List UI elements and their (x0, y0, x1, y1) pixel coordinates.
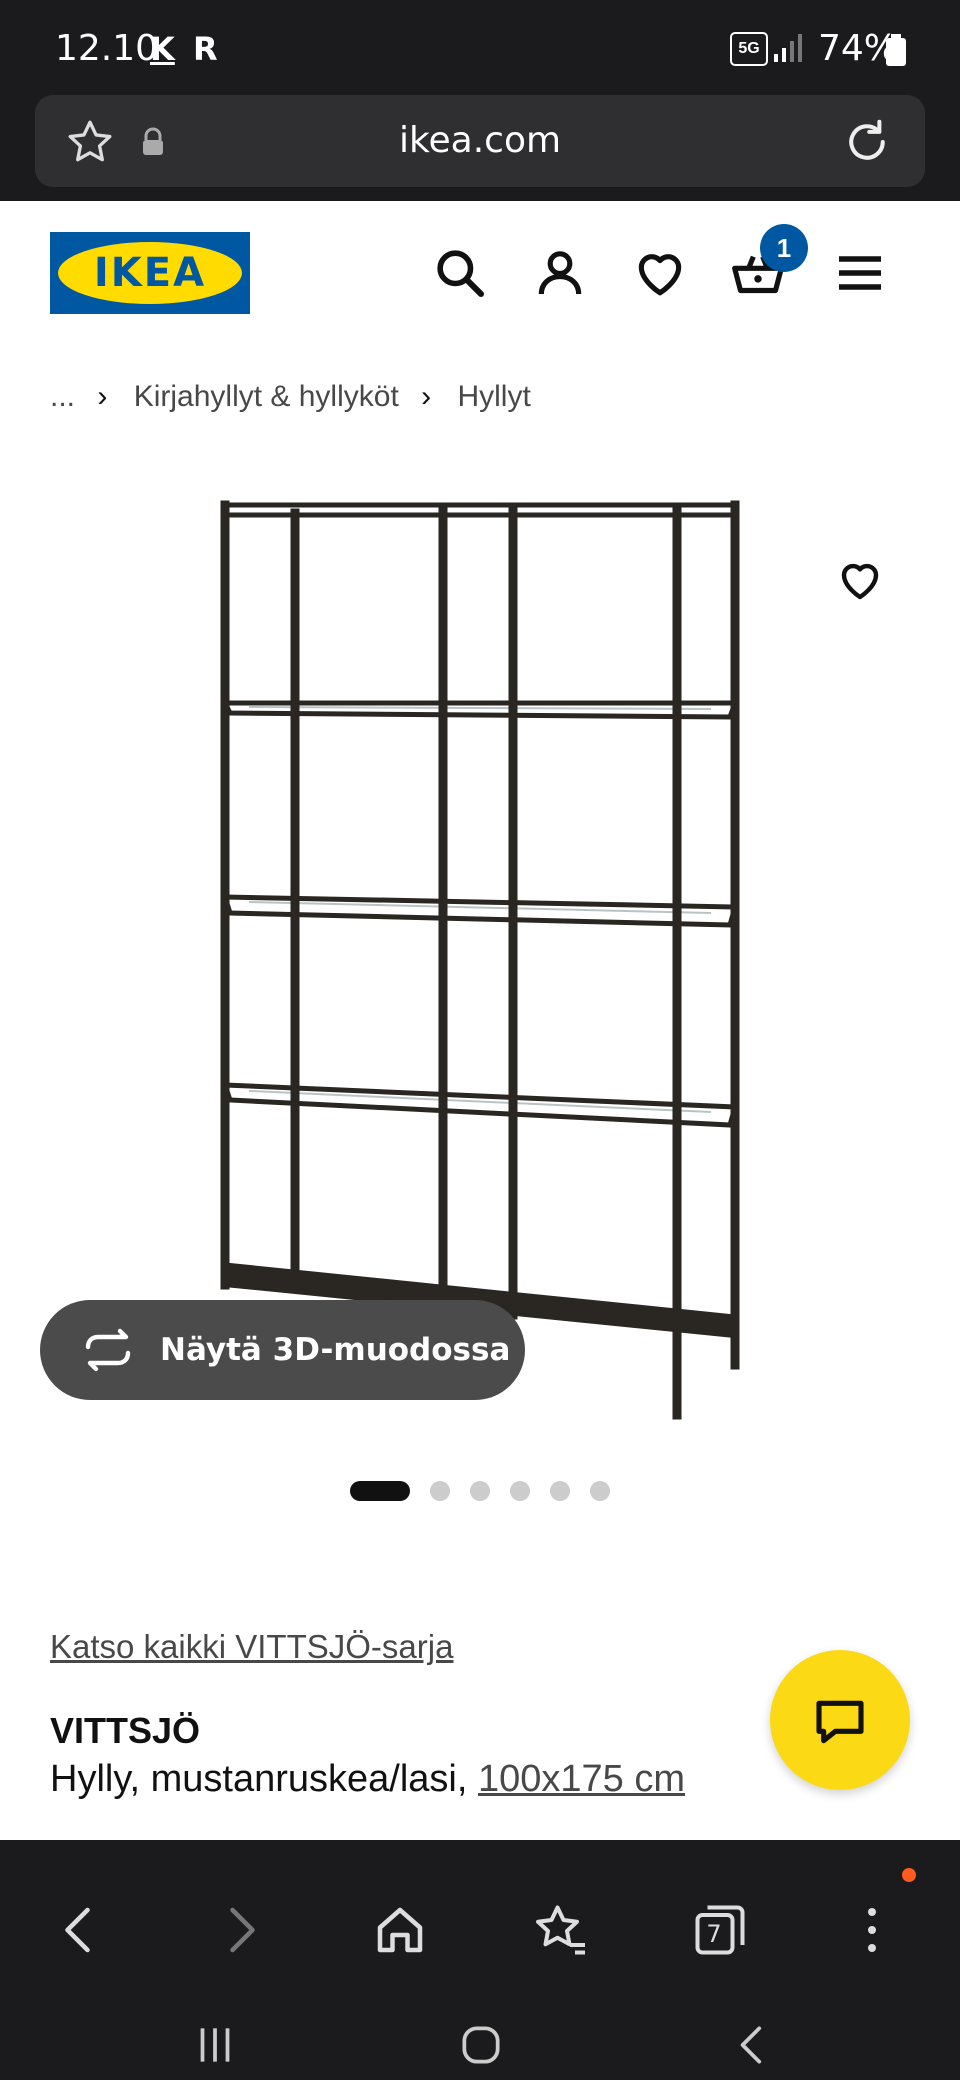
size-link[interactable]: 100x175 cm (478, 1758, 685, 1800)
carousel-dot[interactable] (470, 1481, 490, 1501)
forward-arrow-icon[interactable] (210, 1900, 270, 1960)
carousel-dot-active[interactable] (350, 1481, 410, 1501)
carousel-dot[interactable] (430, 1481, 450, 1501)
product-name: VITTSJÖ (50, 1710, 201, 1751)
reload-icon[interactable] (840, 115, 894, 169)
browser-bottom-bar: 7 (0, 1840, 960, 2080)
search-icon[interactable] (432, 245, 488, 301)
view-3d-button[interactable]: Näytä 3D-muodossa (40, 1300, 525, 1400)
system-back-icon[interactable] (728, 2020, 778, 2070)
add-to-wishlist-heart-icon[interactable] (836, 556, 884, 604)
wishlist-heart-icon[interactable] (632, 245, 688, 301)
carousel-dot[interactable] (510, 1481, 530, 1501)
menu-hamburger-icon[interactable] (832, 245, 888, 301)
view-3d-label: Näytä 3D-muodossa (160, 1332, 511, 1368)
product-image-shelf[interactable] (210, 495, 750, 1425)
signal-icon (774, 34, 802, 62)
breadcrumb: ... › Kirjahyllyt & hyllyköt › Hyllyt (50, 380, 545, 414)
logo-text: IKEA (93, 250, 207, 296)
chat-bubble-icon (816, 1700, 864, 1744)
home-icon[interactable] (370, 1900, 430, 1960)
product-description: Hylly, mustanruskea/lasi, 100x175 cm (50, 1758, 685, 1801)
status-time: 12.10 (55, 28, 159, 69)
rotate-3d-icon (85, 1328, 131, 1372)
product-type-text: Hylly, mustanruskea/lasi, (50, 1758, 468, 1800)
carousel-dot[interactable] (550, 1481, 570, 1501)
breadcrumb-ellipsis[interactable]: ... (50, 380, 75, 413)
chevron-right-icon: › (97, 380, 108, 413)
r-app-icon: R (193, 30, 218, 68)
recent-apps-icon[interactable] (190, 2020, 240, 2070)
chat-button[interactable] (770, 1650, 910, 1790)
breadcrumb-item-bookcases[interactable]: Kirjahyllyt & hyllyköt (134, 380, 399, 413)
ikea-logo[interactable]: IKEA (50, 232, 250, 314)
network-5g-icon: 5G (730, 32, 768, 66)
tab-count: 7 (706, 1920, 722, 1948)
address-bar[interactable]: ikea.com (35, 95, 925, 187)
account-icon[interactable] (532, 245, 588, 301)
notification-dot (902, 1868, 916, 1882)
breadcrumb-item-shelves[interactable]: Hyllyt (457, 380, 530, 413)
carousel-dot[interactable] (590, 1481, 610, 1501)
cart-count-badge: 1 (760, 224, 808, 272)
browser-toolbar: ikea.com (0, 95, 960, 201)
status-bar: 12.10 K R 5G 74% (0, 0, 960, 95)
system-home-icon[interactable] (456, 2020, 506, 2070)
back-arrow-icon[interactable] (50, 1900, 110, 1960)
more-menu-icon[interactable] (868, 1902, 878, 1958)
bookmarks-star-icon[interactable] (530, 1900, 590, 1960)
k-app-icon: K (150, 30, 175, 68)
tabs-button[interactable]: 7 (690, 1900, 750, 1960)
battery-icon (886, 34, 906, 66)
chevron-right-icon: › (421, 380, 432, 413)
series-link[interactable]: Katso kaikki VITTSJÖ-sarja (50, 1628, 453, 1666)
url-text[interactable]: ikea.com (35, 120, 925, 161)
